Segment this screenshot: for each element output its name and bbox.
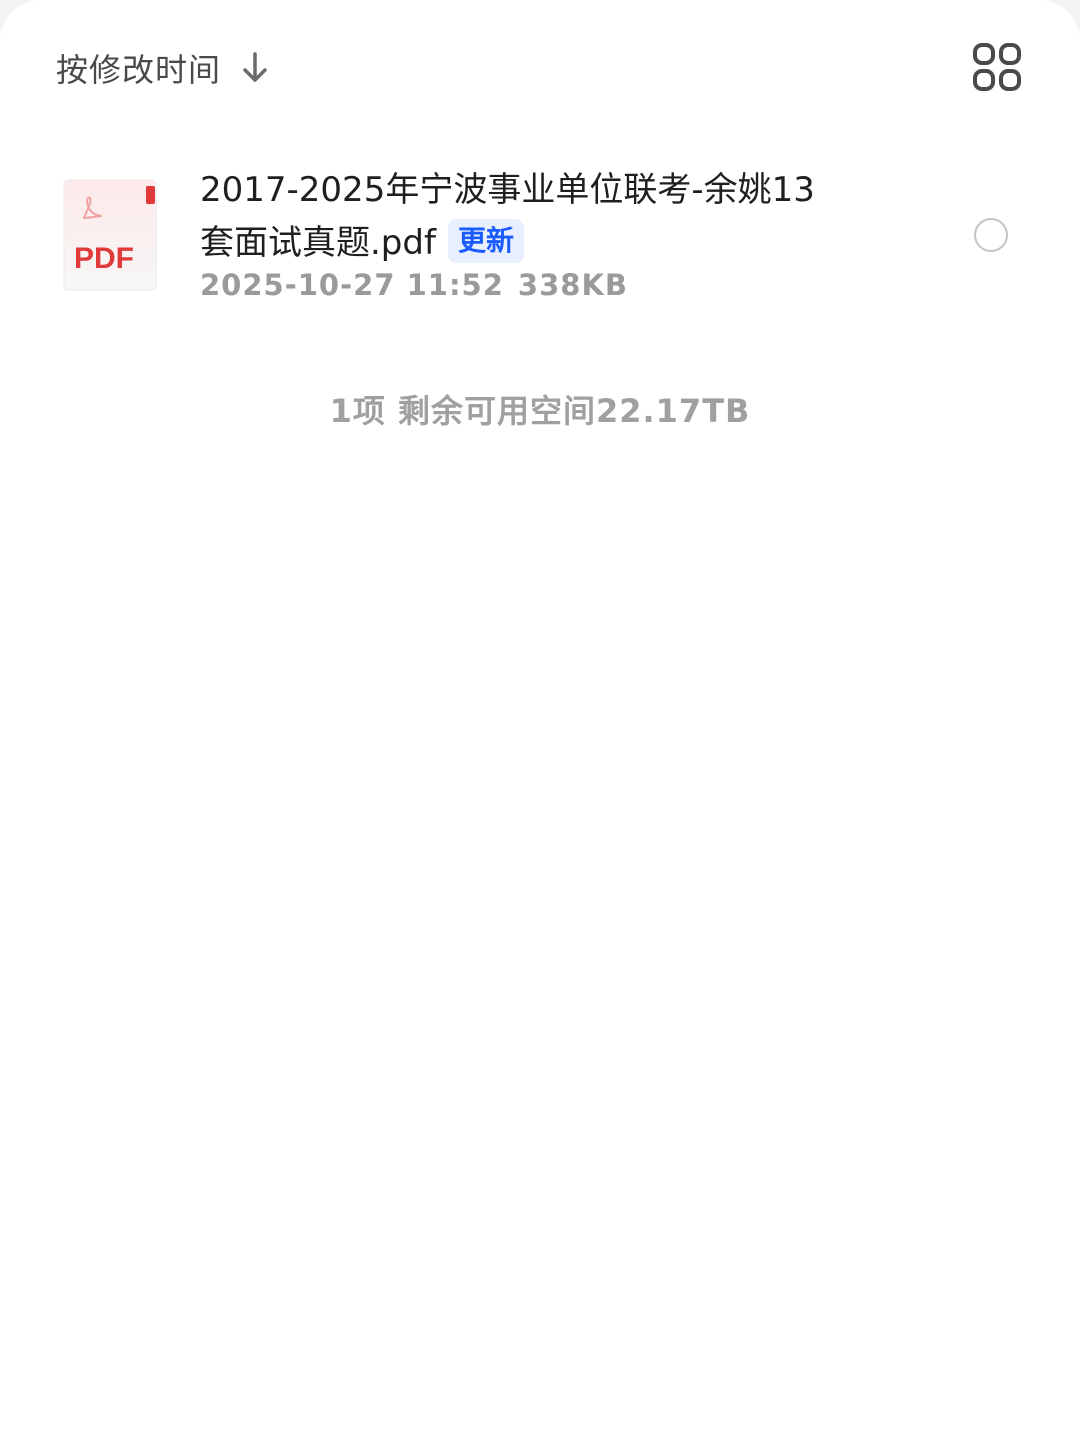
- arrow-down-icon: [243, 52, 267, 82]
- file-date: 2025-10-27 11:52: [200, 268, 504, 302]
- file-size: 338KB: [517, 268, 629, 302]
- file-meta: 2025-10-27 11:52 338KB: [200, 268, 628, 302]
- pdf-type-label: PDF: [74, 242, 134, 275]
- storage-summary: 1项 剩余可用空间22.17TB: [329, 392, 751, 430]
- file-name: 2017-2025年宁波事业单位联考-余姚13套面试真题.pdf 更新: [200, 164, 840, 270]
- updated-badge: 更新: [447, 219, 524, 263]
- pdf-file-icon: PDF: [63, 179, 157, 291]
- grid-view-icon[interactable]: [972, 42, 1022, 92]
- sort-by-modified-time-button[interactable]: 按修改时间: [56, 40, 271, 96]
- file-list-sheet: 按修改时间 PDF 2017-2025年宁波事业单位联考-余姚13套面试真题.p…: [0, 0, 1080, 1440]
- file-list-item[interactable]: PDF 2017-2025年宁波事业单位联考-余姚13套面试真题.pdf 更新 2…: [0, 160, 1080, 320]
- select-checkbox[interactable]: [974, 218, 1008, 252]
- sort-label: 按修改时间: [56, 51, 222, 89]
